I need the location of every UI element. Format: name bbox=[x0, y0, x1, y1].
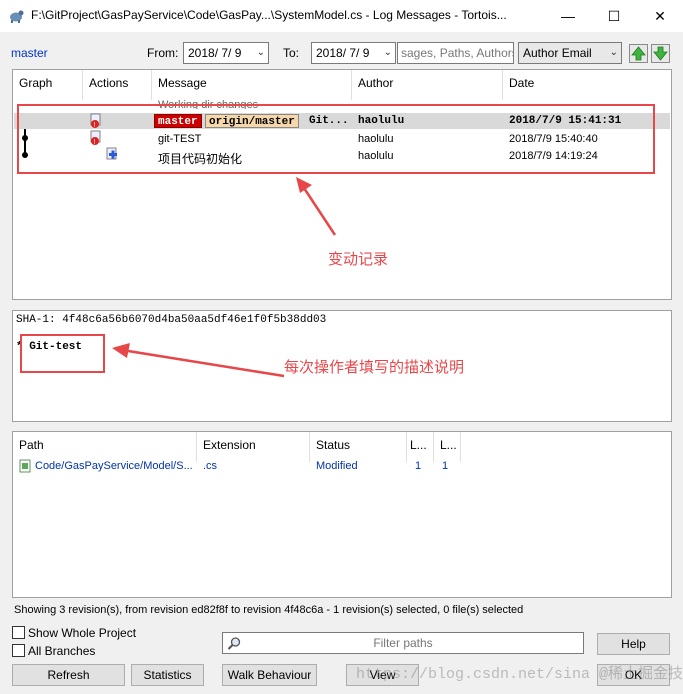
col-message[interactable]: Message bbox=[152, 70, 352, 100]
to-date-value: 2018/ 7/ 9 bbox=[316, 46, 370, 60]
filter-paths-input[interactable]: Filter paths bbox=[222, 632, 584, 654]
title-bar: F:\GitProject\GasPayService\Code\GasPay.… bbox=[0, 0, 683, 32]
close-button[interactable]: ✕ bbox=[637, 0, 683, 32]
chevron-down-icon: ⌄ bbox=[383, 47, 392, 58]
to-label: To: bbox=[283, 46, 300, 60]
chevron-down-icon: ⌄ bbox=[256, 47, 265, 58]
col-lines-removed[interactable]: L... bbox=[434, 432, 461, 462]
highlight-box-description bbox=[20, 334, 105, 373]
csharp-file-icon bbox=[19, 459, 31, 473]
filter-mode-select[interactable]: Author Email ⌄ bbox=[518, 42, 622, 64]
from-label: From: bbox=[147, 46, 179, 60]
col-author[interactable]: Author bbox=[352, 70, 503, 100]
all-branches-checkbox[interactable] bbox=[12, 644, 25, 657]
to-date-picker[interactable]: 2018/ 7/ 9 ⌄ bbox=[311, 42, 396, 64]
arrow-annotation bbox=[296, 177, 337, 236]
col-status[interactable]: Status bbox=[310, 432, 407, 462]
search-placeholder: sages, Paths, Authors, E bbox=[401, 46, 513, 60]
col-actions[interactable]: Actions bbox=[83, 70, 152, 100]
highlight-box-changes bbox=[17, 104, 655, 174]
from-date-picker[interactable]: 2018/ 7/ 9 ⌄ bbox=[183, 42, 269, 64]
window-title: F:\GitProject\GasPayService\Code\GasPay.… bbox=[31, 8, 507, 22]
move-up-button[interactable] bbox=[629, 44, 648, 63]
show-whole-project-label[interactable]: Show Whole Project bbox=[28, 626, 136, 640]
watermark-text: https://blog.csdn.net/sina @稀土掘金技术社区 bbox=[356, 666, 683, 683]
file-lines-added: 1 bbox=[415, 460, 422, 472]
tortoisegit-icon bbox=[10, 10, 24, 23]
maximize-button[interactable]: ☐ bbox=[591, 0, 637, 32]
col-graph[interactable]: Graph bbox=[13, 70, 83, 100]
filter-paths-placeholder: Filter paths bbox=[373, 636, 433, 650]
file-extension: .cs bbox=[203, 460, 218, 472]
minimize-button[interactable]: — bbox=[545, 0, 591, 32]
arrow-annotation bbox=[112, 343, 285, 378]
status-text: Showing 3 revision(s), from revision ed8… bbox=[14, 604, 524, 616]
col-extension[interactable]: Extension bbox=[197, 432, 310, 462]
statistics-button[interactable]: Statistics bbox=[131, 664, 204, 686]
file-lines-removed: 1 bbox=[442, 460, 449, 472]
annotation-description: 每次操作者填写的描述说明 bbox=[284, 359, 465, 376]
file-path[interactable]: Code/GasPayService/Model/S... bbox=[35, 460, 193, 472]
changed-files-list[interactable]: Path Extension Status L... L... Code/Gas… bbox=[12, 431, 672, 598]
help-button[interactable]: Help bbox=[597, 633, 670, 655]
search-input[interactable]: sages, Paths, Authors, E bbox=[397, 42, 514, 64]
refresh-button[interactable]: Refresh bbox=[12, 664, 125, 686]
from-date-value: 2018/ 7/ 9 bbox=[188, 46, 242, 60]
annotation-changes: 变动记录 bbox=[328, 251, 389, 268]
col-lines-added[interactable]: L... bbox=[407, 432, 434, 462]
branch-link[interactable]: master bbox=[11, 46, 48, 60]
walk-behaviour-button[interactable]: Walk Behaviour bbox=[222, 664, 317, 686]
show-whole-project-checkbox[interactable] bbox=[12, 626, 25, 639]
move-down-button[interactable] bbox=[651, 44, 670, 63]
chevron-down-icon: ⌄ bbox=[609, 47, 618, 58]
arrow-up-icon bbox=[631, 46, 646, 61]
col-date[interactable]: Date bbox=[503, 70, 671, 100]
file-status: Modified bbox=[316, 460, 358, 472]
col-path[interactable]: Path bbox=[13, 432, 197, 462]
sha-text: SHA-1: 4f48c6a56b6070d4ba50aa5df46e1f0f5… bbox=[16, 314, 327, 326]
filter-mode-value: Author Email bbox=[523, 46, 592, 60]
all-branches-label[interactable]: All Branches bbox=[28, 644, 95, 658]
arrow-down-icon bbox=[653, 46, 668, 61]
